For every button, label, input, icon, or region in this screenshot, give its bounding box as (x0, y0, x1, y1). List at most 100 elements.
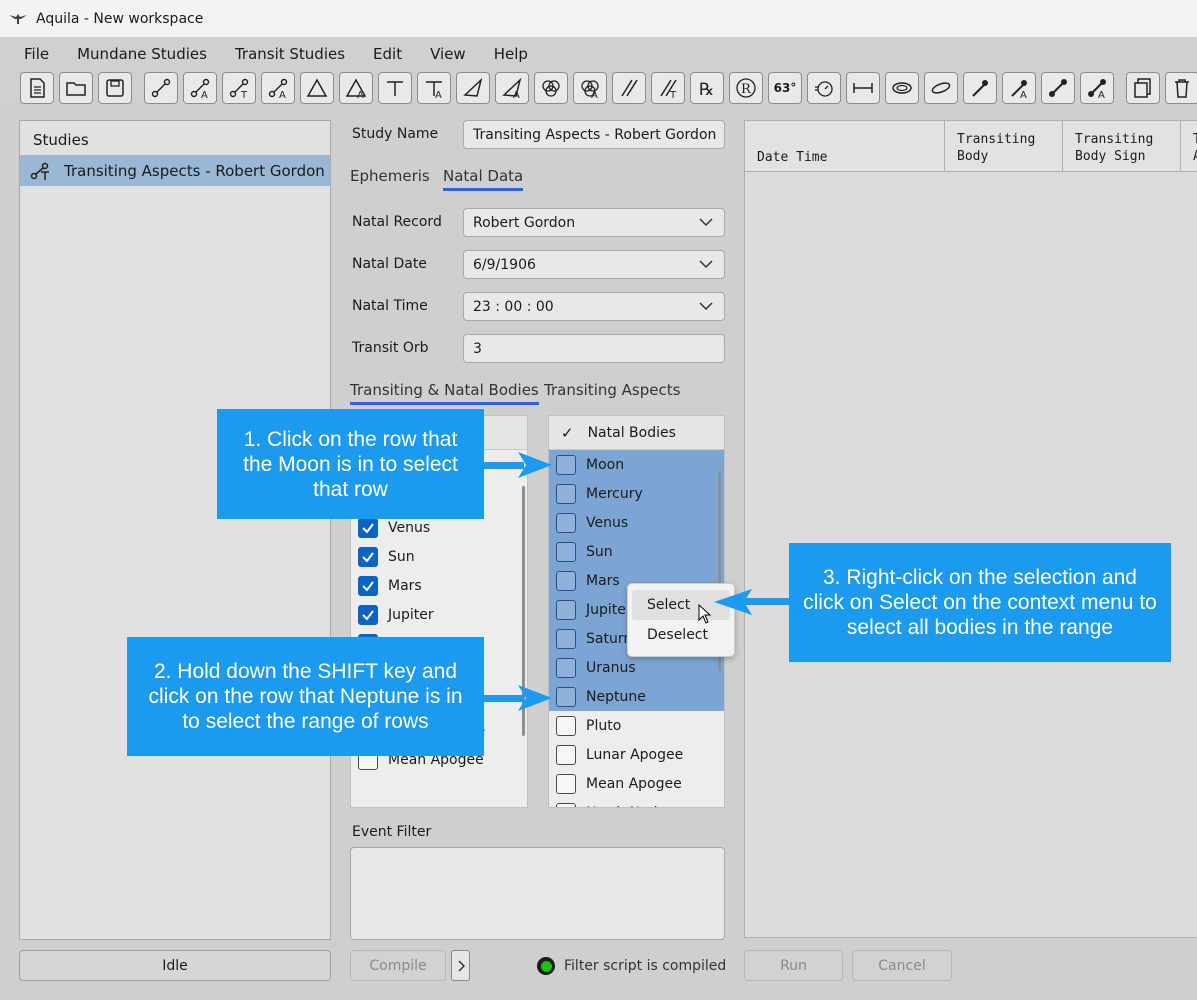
col-transiting-body-sign[interactable]: Transiting Body Sign (1063, 121, 1181, 172)
checkbox[interactable] (358, 517, 378, 538)
toolbar-parallel-button[interactable] (612, 72, 646, 104)
compile-button[interactable]: Compile (350, 950, 446, 981)
toolbar-comet-button[interactable] (963, 72, 997, 104)
toolbar-span-button[interactable] (846, 72, 880, 104)
toolbar-registered-button[interactable]: R (729, 72, 763, 104)
checkbox[interactable] (358, 604, 378, 625)
natal-body-row[interactable]: Sun (549, 537, 724, 566)
toolbar-t-square-a-button[interactable]: A (417, 72, 451, 104)
study-item[interactable]: Transiting Aspects - Robert Gordon (20, 155, 330, 186)
natal-body-row[interactable]: Lunar Apogee (549, 740, 724, 769)
toolbar-yod-a-button[interactable]: A (495, 72, 529, 104)
col-transiting-body[interactable]: Transiting Body (945, 121, 1063, 172)
toolbar-venn-button[interactable] (534, 72, 568, 104)
context-menu-deselect[interactable]: Deselect (632, 620, 730, 650)
transiting-body-row[interactable]: Mars (351, 571, 527, 600)
results-grid: Date Time Transiting Body Transiting Bod… (744, 120, 1197, 938)
toolbar-open-folder-button[interactable] (59, 72, 93, 104)
toolbar-copy-button[interactable] (1126, 72, 1160, 104)
menu-bar: File Mundane Studies Transit Studies Edi… (0, 37, 1197, 70)
toolbar-degree-button[interactable]: 63° (768, 72, 802, 104)
natal-time-picker[interactable]: 23 : 00 : 00 (463, 292, 725, 321)
toolbar-new-document-button[interactable] (20, 72, 54, 104)
toolbar-aspect-line-button[interactable] (144, 72, 178, 104)
col-next[interactable]: T A (1181, 121, 1197, 172)
checkbox[interactable] (556, 570, 576, 591)
menu-mundane-studies[interactable]: Mundane Studies (63, 45, 221, 63)
status-button[interactable]: Idle (19, 950, 331, 981)
toolbar-link-button[interactable] (1041, 72, 1075, 104)
span-icon (853, 83, 873, 93)
toolbar-venn-a-button[interactable]: A (573, 72, 607, 104)
checkbox[interactable] (556, 802, 576, 807)
ring-flat-icon (931, 82, 951, 94)
toolbar-ring-flat-button[interactable] (924, 72, 958, 104)
transiting-body-row[interactable]: Sun (351, 542, 527, 571)
checkbox[interactable] (556, 744, 576, 765)
checkbox[interactable] (556, 628, 576, 649)
natal-body-row[interactable]: Pluto (549, 711, 724, 740)
toolbar-aspect-line-t-button[interactable]: T (222, 72, 256, 104)
natal-body-row[interactable]: North Node (549, 798, 724, 807)
compile-menu-button[interactable] (451, 950, 470, 981)
toolbar-timer-button[interactable] (807, 72, 841, 104)
toolbar-save-button[interactable] (98, 72, 132, 104)
checkbox[interactable] (556, 773, 576, 794)
menu-help[interactable]: Help (480, 45, 542, 63)
menu-edit[interactable]: Edit (359, 45, 416, 63)
checkbox[interactable] (556, 483, 576, 504)
natal-body-row[interactable]: Neptune (549, 682, 724, 711)
natal-record-dropdown[interactable]: Robert Gordon (463, 208, 725, 237)
transiting-body-label: Jupiter (388, 606, 434, 623)
toolbar-comet-a-button[interactable]: A (1002, 72, 1036, 104)
comet-icon (972, 80, 988, 97)
checkbox[interactable] (556, 686, 576, 707)
event-filter-editor[interactable] (350, 847, 725, 940)
tab-ephemeris[interactable]: Ephemeris (350, 167, 430, 185)
toolbar-ring-button[interactable] (885, 72, 919, 104)
toolbar-trash-button[interactable] (1165, 72, 1197, 104)
col-date-time[interactable]: Date Time (745, 121, 945, 172)
checkbox[interactable] (358, 546, 378, 567)
transiting-body-row[interactable]: Jupiter (351, 600, 527, 629)
toolbar-triangle-a-button[interactable]: A (339, 72, 373, 104)
toolbar-yod-button[interactable] (456, 72, 490, 104)
tab-bodies[interactable]: Transiting & Natal Bodies (350, 381, 539, 405)
comet-a-icon: A (1011, 80, 1027, 99)
menu-file[interactable]: File (10, 45, 63, 63)
tab-natal-data[interactable]: Natal Data (443, 167, 524, 191)
run-button[interactable]: Run (744, 950, 843, 981)
natal-body-row[interactable]: Moon (549, 450, 724, 479)
toolbar-link-a-button[interactable]: A (1080, 72, 1114, 104)
natal-body-row[interactable]: Uranus (549, 653, 724, 682)
checkbox[interactable] (556, 454, 576, 475)
natal-body-row[interactable]: Mean Apogee (549, 769, 724, 798)
study-name-input[interactable]: Transiting Aspects - Robert Gordon (463, 120, 725, 149)
toolbar-aspect-line-a-button[interactable]: A (183, 72, 217, 104)
checkbox[interactable] (358, 575, 378, 596)
toolbar-parallel-t-button[interactable]: T (651, 72, 685, 104)
transit-orb-input[interactable]: 3 (463, 334, 725, 363)
checkbox[interactable] (556, 657, 576, 678)
cancel-button[interactable]: Cancel (852, 950, 952, 981)
natal-body-row[interactable]: Mercury (549, 479, 724, 508)
natal-record-label: Natal Record (352, 214, 442, 230)
callout-step-3: 3. Right-click on the selection and clic… (789, 543, 1171, 662)
checkbox[interactable] (556, 541, 576, 562)
checkbox[interactable] (556, 512, 576, 533)
tab-aspects[interactable]: Transiting Aspects (544, 381, 680, 399)
toolbar-triangle-button[interactable] (300, 72, 334, 104)
svg-text:A: A (279, 90, 286, 99)
natal-date-picker[interactable]: 6/9/1906 (463, 250, 725, 279)
window-title: Aquila - New workspace (36, 10, 204, 27)
toolbar-conjunction-a-button[interactable]: A (261, 72, 295, 104)
checkbox[interactable] (556, 715, 576, 736)
toolbar-retrograde-button[interactable]: ℞ (690, 72, 724, 104)
menu-view[interactable]: View (416, 45, 480, 63)
natal-list-header[interactable]: ✓ Natal Bodies (549, 416, 724, 450)
menu-transit-studies[interactable]: Transit Studies (221, 45, 359, 63)
natal-body-label: Venus (586, 514, 629, 531)
toolbar-t-square-button[interactable] (378, 72, 412, 104)
natal-body-row[interactable]: Venus (549, 508, 724, 537)
checkbox[interactable] (556, 599, 576, 620)
